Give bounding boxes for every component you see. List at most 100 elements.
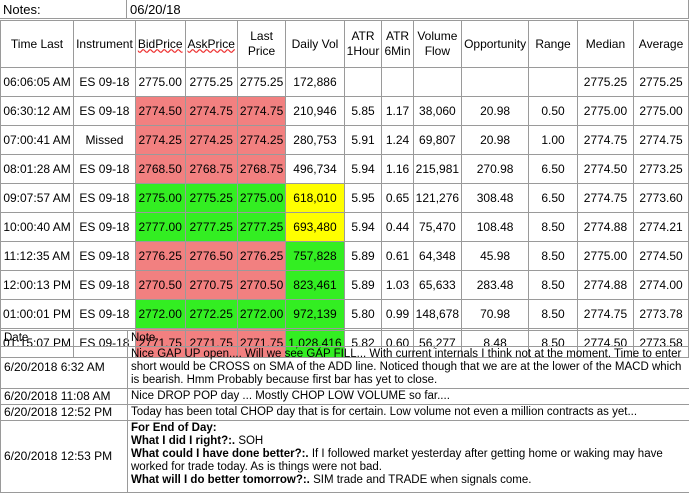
volume-flow-cell[interactable]: 148,678 <box>412 299 463 329</box>
atr-1hour-cell[interactable]: 5.94 <box>343 154 383 184</box>
journal-date-cell[interactable]: 6/20/2018 11:08 AM <box>0 388 128 405</box>
range-cell[interactable]: 8.50 <box>528 212 578 242</box>
atr-6min-cell[interactable]: 0.65 <box>381 183 414 213</box>
instrument-cell[interactable]: ES 09-18 <box>73 299 136 329</box>
median-cell[interactable]: 2775.00 <box>576 96 635 126</box>
median-cell[interactable]: 2774.75 <box>576 125 635 155</box>
opportunity-cell[interactable] <box>461 67 530 97</box>
last-price-cell[interactable]: 2768.75 <box>236 154 287 184</box>
atr-6min-cell[interactable]: 1.24 <box>381 125 414 155</box>
last-price-cell[interactable]: 2775.25 <box>236 67 287 97</box>
range-cell[interactable] <box>528 67 578 97</box>
average-cell[interactable]: 2775.00 <box>633 96 689 126</box>
opportunity-cell[interactable]: 108.48 <box>461 212 530 242</box>
ask-price-cell[interactable]: 2776.50 <box>184 241 238 271</box>
bid-price-cell[interactable]: 2774.50 <box>134 96 186 126</box>
daily-vol-cell[interactable]: 210,946 <box>285 96 345 126</box>
last-price-cell[interactable]: 2774.25 <box>236 125 287 155</box>
ask-price-cell[interactable]: 2777.25 <box>184 212 238 242</box>
opportunity-cell[interactable]: 20.98 <box>461 96 530 126</box>
header-daily-vol[interactable]: Daily Vol <box>285 20 345 68</box>
ask-price-cell[interactable]: 2774.25 <box>184 125 238 155</box>
journal-eod-cell[interactable]: For End of Day: What I did I right?:. SO… <box>127 420 689 493</box>
bid-price-cell[interactable]: 2775.00 <box>134 183 186 213</box>
time-last-cell[interactable]: 01:00:01 PM <box>0 299 75 329</box>
volume-flow-cell[interactable]: 69,807 <box>412 125 463 155</box>
instrument-cell[interactable]: ES 09-18 <box>73 96 136 126</box>
atr-1hour-cell[interactable]: 5.89 <box>343 270 383 300</box>
range-cell[interactable]: 0.50 <box>528 96 578 126</box>
time-last-cell[interactable]: 08:01:28 AM <box>0 154 75 184</box>
atr-6min-cell[interactable]: 0.99 <box>381 299 414 329</box>
bid-price-cell[interactable]: 2772.00 <box>134 299 186 329</box>
journal-note-cell[interactable]: Nice GAP UP open.... Will we see GAP FIL… <box>127 346 689 389</box>
ask-price-cell[interactable]: 2770.75 <box>184 270 238 300</box>
instrument-cell[interactable]: ES 09-18 <box>73 241 136 271</box>
atr-6min-cell[interactable]: 0.44 <box>381 212 414 242</box>
instrument-cell[interactable]: ES 09-18 <box>73 212 136 242</box>
median-cell[interactable]: 2774.75 <box>576 183 635 213</box>
journal-date-cell[interactable]: 6/20/2018 6:32 AM <box>0 346 128 389</box>
instrument-cell[interactable]: Missed <box>73 125 136 155</box>
instrument-cell[interactable]: ES 09-18 <box>73 183 136 213</box>
opportunity-cell[interactable]: 308.48 <box>461 183 530 213</box>
opportunity-cell[interactable]: 270.98 <box>461 154 530 184</box>
median-cell[interactable]: 2774.50 <box>576 154 635 184</box>
time-last-cell[interactable]: 07:00:41 AM <box>0 125 75 155</box>
volume-flow-cell[interactable]: 38,060 <box>412 96 463 126</box>
header-range[interactable]: Range <box>528 20 578 68</box>
opportunity-cell[interactable]: 45.98 <box>461 241 530 271</box>
header-last-price[interactable]: Last Price <box>236 20 287 68</box>
median-cell[interactable]: 2775.25 <box>576 67 635 97</box>
ask-price-cell[interactable]: 2772.25 <box>184 299 238 329</box>
journal-note-cell[interactable]: Nice DROP POP day ... Mostly CHOP LOW VO… <box>127 388 689 405</box>
time-last-cell[interactable]: 09:07:57 AM <box>0 183 75 213</box>
atr-6min-cell[interactable]: 1.17 <box>381 96 414 126</box>
header-instrument[interactable]: Instrument <box>73 20 136 68</box>
journal-date-cell[interactable]: 6/20/2018 12:52 PM <box>0 404 128 421</box>
atr-1hour-cell[interactable]: 5.91 <box>343 125 383 155</box>
last-price-cell[interactable]: 2775.00 <box>236 183 287 213</box>
daily-vol-cell[interactable]: 280,753 <box>285 125 345 155</box>
last-price-cell[interactable]: 2774.75 <box>236 96 287 126</box>
volume-flow-cell[interactable]: 75,470 <box>412 212 463 242</box>
header-volume-flow[interactable]: Volume Flow <box>412 20 463 68</box>
average-cell[interactable]: 2774.75 <box>633 125 689 155</box>
time-last-cell[interactable]: 06:06:05 AM <box>0 67 75 97</box>
average-cell[interactable]: 2774.21 <box>633 212 689 242</box>
time-last-cell[interactable]: 10:00:40 AM <box>0 212 75 242</box>
time-last-cell[interactable]: 06:30:12 AM <box>0 96 75 126</box>
volume-flow-cell[interactable]: 64,348 <box>412 241 463 271</box>
average-cell[interactable]: 2773.60 <box>633 183 689 213</box>
average-cell[interactable]: 2775.25 <box>633 67 689 97</box>
ask-price-cell[interactable]: 2775.25 <box>184 67 238 97</box>
header-atr-1hour[interactable]: ATR 1Hour <box>343 20 383 68</box>
average-cell[interactable]: 2774.50 <box>633 241 689 271</box>
last-price-cell[interactable]: 2776.25 <box>236 241 287 271</box>
volume-flow-cell[interactable] <box>412 67 463 97</box>
average-cell[interactable]: 2773.25 <box>633 154 689 184</box>
daily-vol-cell[interactable]: 618,010 <box>285 183 345 213</box>
atr-1hour-cell[interactable]: 5.94 <box>343 212 383 242</box>
last-price-cell[interactable]: 2777.25 <box>236 212 287 242</box>
header-ask-price[interactable]: AskPrice <box>184 20 238 68</box>
header-time-last[interactable]: Time Last <box>0 20 75 68</box>
notes-date-cell[interactable]: 06/20/18 <box>127 0 689 19</box>
bid-price-cell[interactable]: 2775.00 <box>134 67 186 97</box>
bid-price-cell[interactable]: 2770.50 <box>134 270 186 300</box>
time-last-cell[interactable]: 12:00:13 PM <box>0 270 75 300</box>
journal-date-cell[interactable]: 6/20/2018 12:53 PM <box>0 420 128 493</box>
average-cell[interactable]: 2774.00 <box>633 270 689 300</box>
ask-price-cell[interactable]: 2775.25 <box>184 183 238 213</box>
daily-vol-cell[interactable]: 757,828 <box>285 241 345 271</box>
opportunity-cell[interactable]: 20.98 <box>461 125 530 155</box>
daily-vol-cell[interactable]: 693,480 <box>285 212 345 242</box>
atr-6min-cell[interactable]: 0.61 <box>381 241 414 271</box>
time-last-cell[interactable]: 11:12:35 AM <box>0 241 75 271</box>
opportunity-cell[interactable]: 70.98 <box>461 299 530 329</box>
volume-flow-cell[interactable]: 121,276 <box>412 183 463 213</box>
bid-price-cell[interactable]: 2777.00 <box>134 212 186 242</box>
atr-1hour-cell[interactable] <box>343 67 383 97</box>
atr-1hour-cell[interactable]: 5.85 <box>343 96 383 126</box>
atr-6min-cell[interactable] <box>381 67 414 97</box>
